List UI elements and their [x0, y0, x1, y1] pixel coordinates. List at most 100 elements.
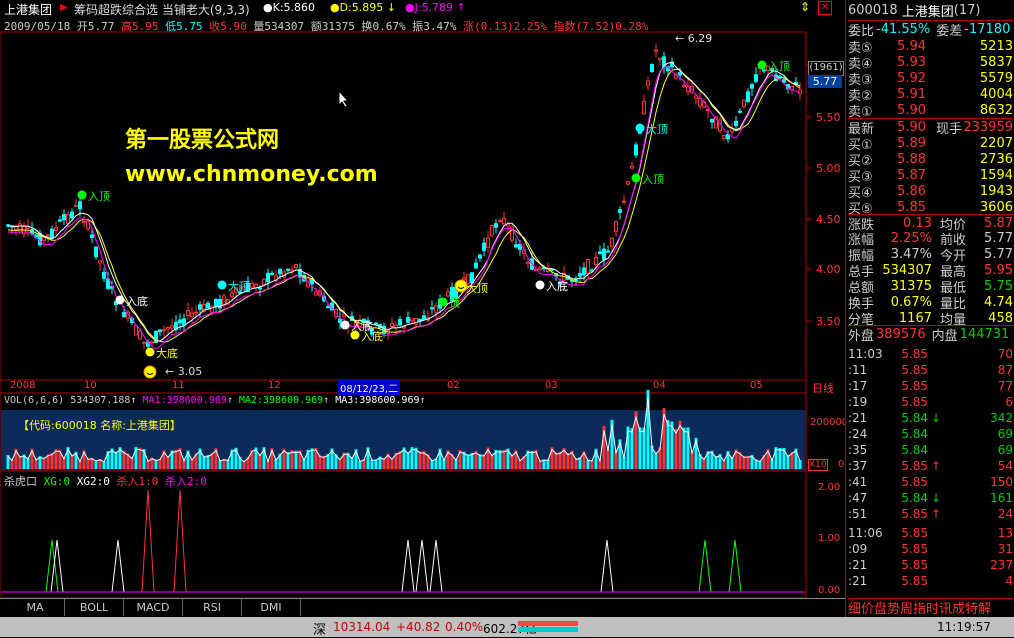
signal-annotation: 入顶 — [88, 190, 110, 203]
volume-bar — [654, 452, 658, 469]
candle — [250, 282, 254, 288]
tab-rsi[interactable]: RSI — [183, 599, 242, 616]
candle — [278, 268, 282, 275]
signal-annotation: 入顶 — [642, 173, 664, 186]
candle — [50, 228, 54, 239]
candle — [138, 330, 142, 340]
quote-side-panel: 600018 上港集团 (17) 委比 -41.55% 委差 -17180 卖⑤ 5.… — [845, 0, 1014, 617]
candle — [422, 315, 426, 321]
volume-bar — [638, 427, 642, 469]
tab-macd[interactable]: MACD — [124, 599, 183, 616]
volume-bar — [674, 429, 678, 469]
candle — [166, 326, 170, 330]
candle — [502, 217, 506, 225]
candle — [618, 209, 622, 213]
price-tick: 5.00 — [816, 162, 841, 175]
volume-bar — [558, 451, 562, 469]
candle — [206, 302, 210, 309]
signal-annotation: 大顶 — [646, 123, 668, 136]
tab-boll[interactable]: BOLL — [65, 599, 124, 616]
date-label: 12 — [268, 380, 281, 391]
volume-bar — [406, 451, 410, 469]
candle — [746, 91, 750, 102]
candle — [214, 299, 218, 307]
candle — [134, 325, 138, 336]
tick-row: :37 5.85 ↑ 54 — [848, 458, 1013, 473]
candle — [62, 214, 66, 221]
candle — [198, 304, 202, 310]
candle — [182, 318, 186, 326]
candle — [762, 69, 766, 72]
signal-annotation: 大顶 — [466, 282, 488, 295]
side-bottom-tabs[interactable]: 细价盘势周指时讯成特解 — [848, 598, 1013, 617]
candle — [46, 234, 50, 237]
ask-row[interactable]: 卖① 5.90 8632 — [848, 102, 1013, 120]
volume-bar — [630, 428, 634, 469]
candle — [414, 317, 418, 325]
period-label[interactable]: 日线 — [812, 380, 834, 396]
signal-marker — [115, 295, 125, 305]
candle — [398, 318, 402, 326]
volume-bar — [682, 427, 686, 469]
signal-spike — [111, 539, 125, 593]
market-label: 深 — [313, 623, 327, 638]
tick-row: :21 5.85 4 — [848, 573, 1013, 588]
signal-spike — [600, 539, 614, 593]
volume-bar — [310, 448, 314, 469]
volume-bar — [322, 455, 326, 469]
index-value: 10314.04 — [333, 620, 391, 634]
candle — [482, 242, 486, 252]
signal-marker — [438, 297, 448, 307]
candle — [582, 267, 586, 276]
candle — [178, 319, 182, 324]
volume-bar — [642, 427, 646, 469]
candle — [410, 318, 414, 322]
tab-ma[interactable]: MA — [6, 599, 65, 616]
candle — [610, 237, 614, 247]
candle — [266, 272, 270, 283]
candle — [210, 305, 214, 313]
candle — [498, 220, 502, 223]
signal-annotation: 入底 — [126, 295, 148, 308]
chart-area[interactable]: 上港集团 ▶ 筹码超跌综合选 当铺老大(9,3,3) ●K:5.860 ●D:5… — [0, 0, 849, 600]
candle — [694, 95, 698, 99]
volume-bar — [478, 454, 482, 469]
candle — [742, 99, 746, 108]
watermark-title: 第一股票公式网 — [125, 128, 280, 153]
candle — [782, 79, 786, 83]
candle — [314, 291, 318, 296]
date-label: 11 — [172, 380, 185, 391]
signal-spike — [728, 539, 742, 593]
price-tick: 5.50 — [816, 111, 841, 124]
volume-bar — [42, 457, 46, 469]
candle — [750, 84, 754, 89]
candle — [594, 256, 598, 266]
price-tick: 4.50 — [816, 213, 841, 226]
ind-tick-1: 1.00 — [818, 533, 841, 544]
volume-bar — [798, 460, 802, 469]
candle — [682, 85, 686, 88]
signal-annotation: 入顶 — [768, 60, 790, 73]
vol-tick-top: 200000 — [810, 417, 849, 428]
candle — [162, 329, 166, 332]
candle — [342, 313, 346, 317]
candle — [270, 272, 274, 275]
candle — [326, 306, 330, 309]
date-label: 02 — [447, 380, 460, 391]
tab-dmi[interactable]: DMI — [242, 599, 301, 616]
candle — [294, 264, 298, 269]
candle — [658, 57, 662, 61]
candle — [474, 262, 478, 269]
signal-spike — [401, 539, 415, 593]
candle — [190, 312, 194, 318]
low-label: ← 3.05 — [165, 365, 203, 378]
volume-bar — [786, 455, 790, 469]
tick-row: :41 5.85 150 — [848, 474, 1013, 489]
volume-bar — [70, 454, 74, 469]
ind-tick-0: 0.00 — [818, 585, 841, 596]
candle — [142, 341, 146, 344]
volume-bar — [574, 458, 578, 469]
cursor-box: (1961) — [808, 61, 844, 76]
volume-bar — [554, 452, 558, 469]
clock: 11:19:57 — [937, 620, 991, 634]
